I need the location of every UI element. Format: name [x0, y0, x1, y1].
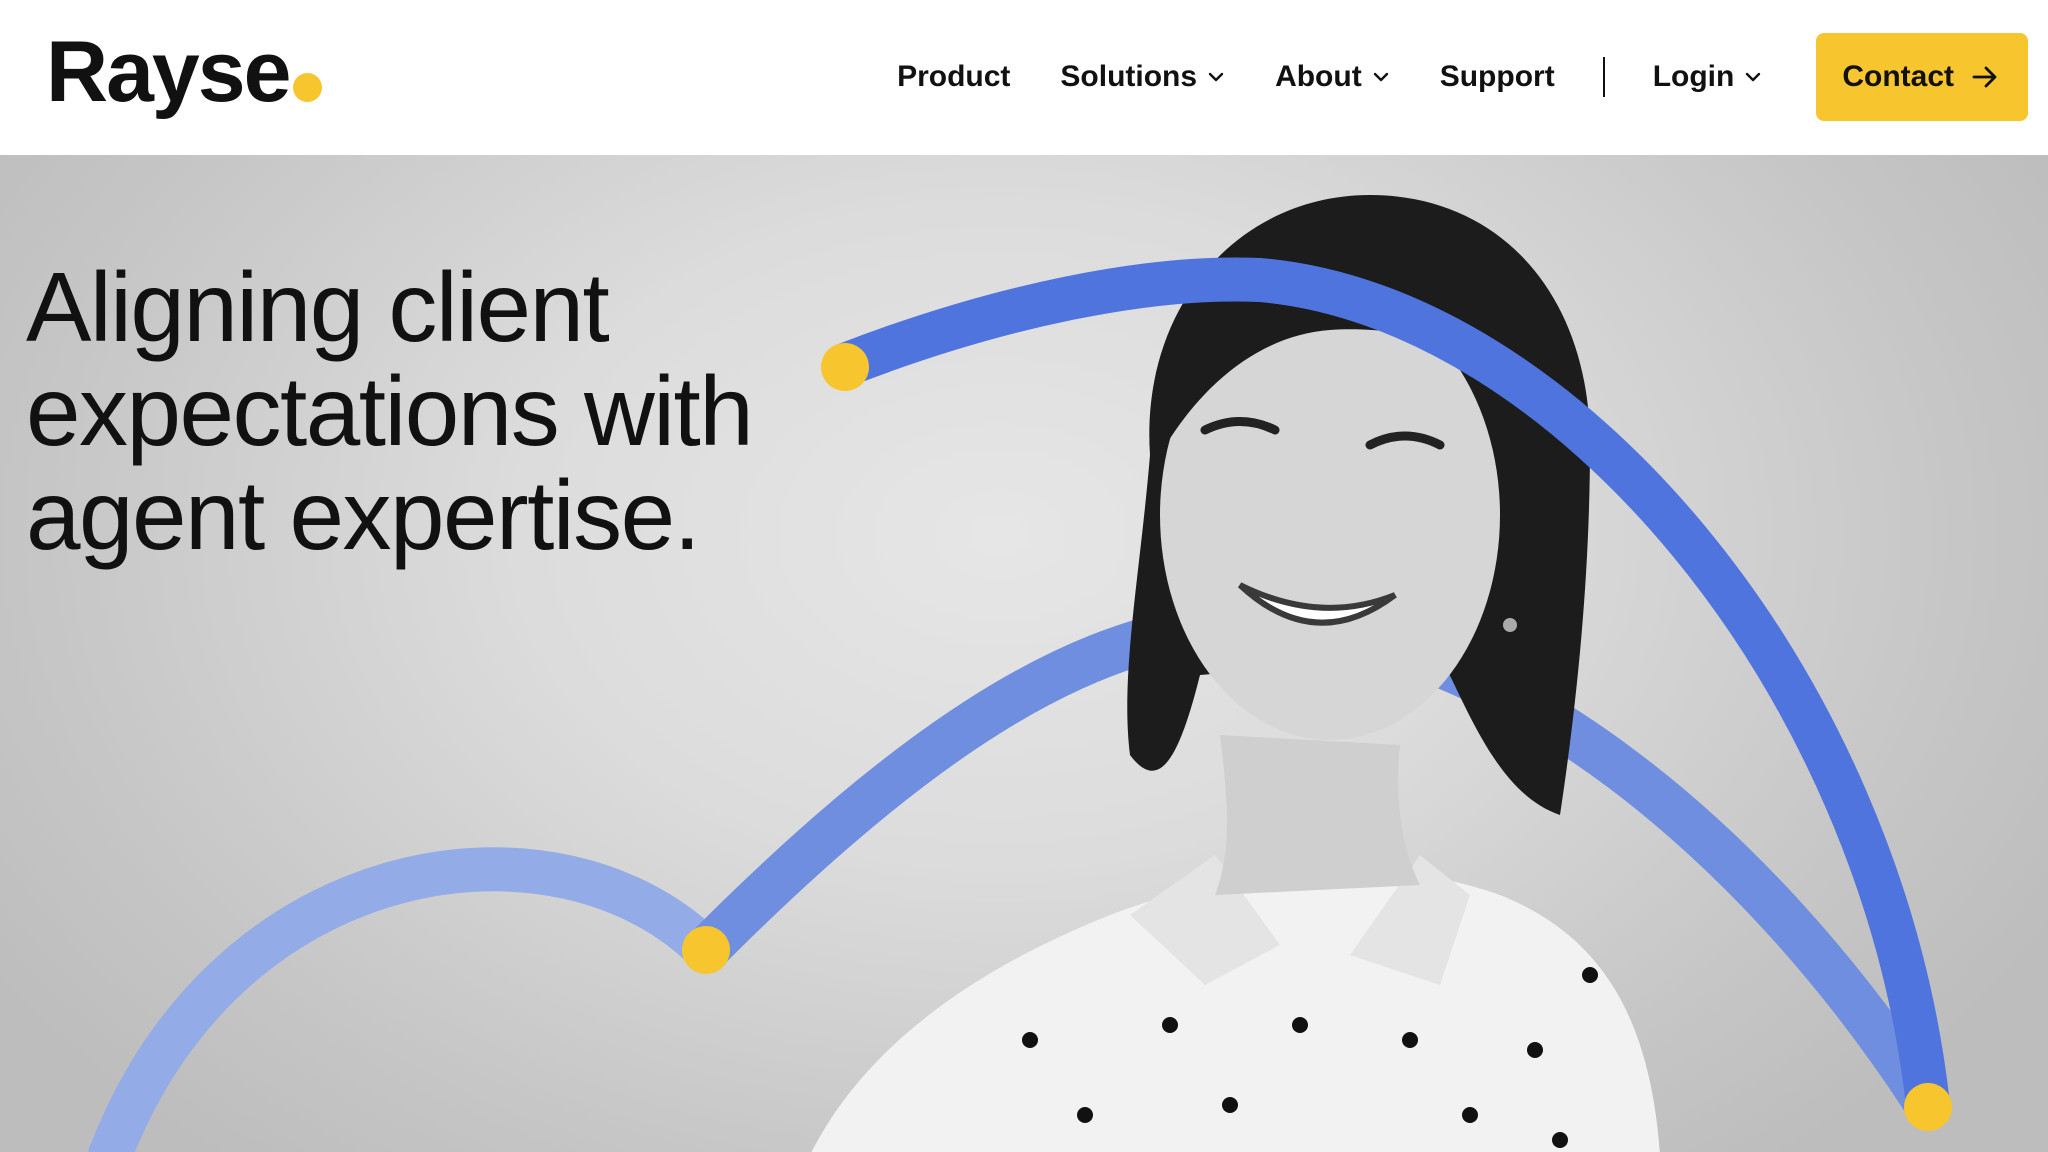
site-header: Rayse Product Solutions About Support Lo…: [0, 0, 2048, 155]
chevron-down-icon: [1373, 72, 1388, 82]
login-label: Login: [1652, 60, 1735, 93]
main-nav: Product Solutions About Support Login Co…: [897, 33, 2028, 121]
headline-line: agent expertise.: [26, 460, 701, 570]
nav-item-about[interactable]: About: [1275, 60, 1390, 94]
nav-divider: [1602, 57, 1605, 97]
contact-label: Contact: [1842, 60, 1954, 93]
arrow-right-icon: [1972, 66, 1997, 88]
nav-item-solutions[interactable]: Solutions: [1060, 60, 1225, 94]
login-menu[interactable]: Login: [1653, 60, 1763, 94]
chevron-down-icon: [1208, 72, 1224, 82]
headline-line: expectations with: [26, 356, 754, 466]
nav-item-product[interactable]: Product: [897, 60, 1010, 94]
brand-logo[interactable]: Rayse: [46, 22, 323, 122]
brand-name: Rayse: [46, 24, 291, 120]
nav-item-label: Solutions: [1060, 60, 1198, 93]
hero-headline: Aligning client expectations with agent …: [26, 255, 846, 567]
brand-dot: [293, 73, 323, 102]
contact-button[interactable]: Contact: [1816, 33, 2028, 121]
nav-item-label: Support: [1439, 60, 1555, 93]
light-arc: [88, 847, 728, 1152]
hero-section: Aligning client expectations with agent …: [0, 155, 2048, 1152]
nav-item-label: About: [1275, 60, 1362, 93]
nav-item-label: Product: [897, 60, 1011, 93]
headline-line: Aligning client: [26, 252, 610, 362]
node-dot: [682, 926, 730, 974]
chevron-down-icon: [1746, 72, 1761, 82]
nav-item-support[interactable]: Support: [1440, 60, 1555, 94]
node-dot: [1904, 1083, 1952, 1131]
